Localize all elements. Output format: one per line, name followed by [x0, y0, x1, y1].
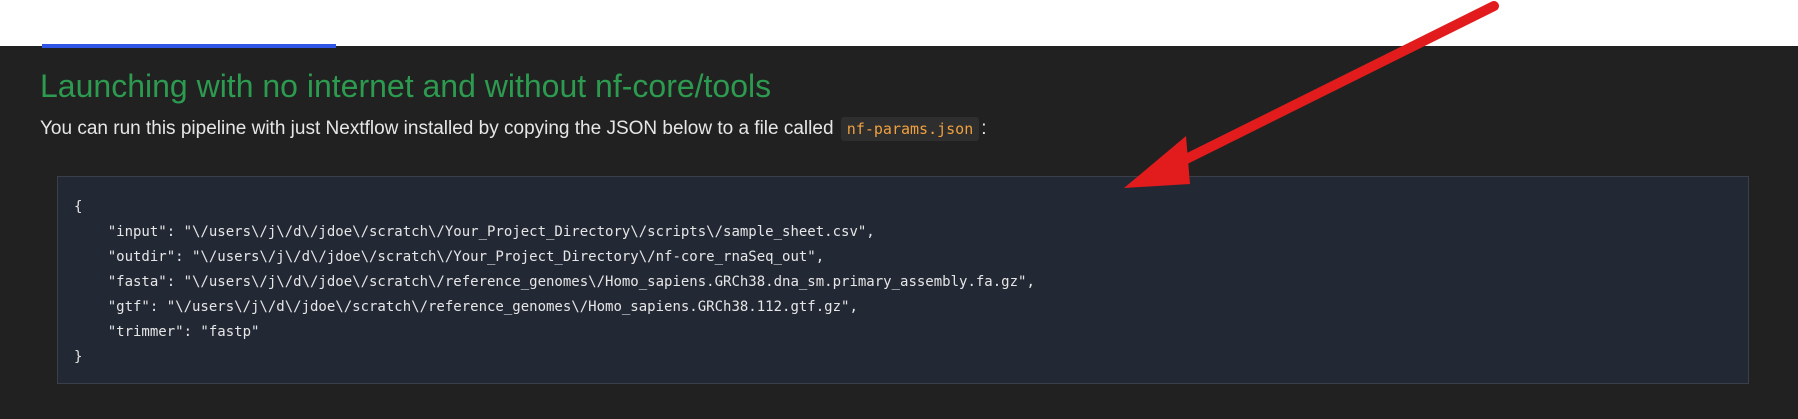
filename-code: nf-params.json: [840, 117, 980, 141]
code-line: {: [74, 199, 83, 215]
page: Launching with no internet and without n…: [0, 0, 1798, 419]
intro-colon: :: [981, 118, 987, 139]
code-line: "fasta": "\/users\/j\/d\/jdoe\/scratch\/…: [74, 274, 1035, 290]
code-line: "trimmer": "fastp": [74, 324, 260, 340]
tab-underline: [42, 44, 336, 48]
code-line: }: [74, 349, 83, 365]
code-content[interactable]: { "input": "\/users\/j\/d\/jdoe\/scratch…: [74, 195, 1732, 370]
section-heading: Launching with no internet and without n…: [40, 68, 772, 104]
top-white-strip: [0, 0, 1798, 46]
code-line: "input": "\/users\/j\/d\/jdoe\/scratch\/…: [74, 224, 875, 240]
code-line: "gtf": "\/users\/j\/d\/jdoe\/scratch\/re…: [74, 299, 858, 315]
intro-text: You can run this pipeline with just Next…: [40, 118, 839, 139]
code-line: "outdir": "\/users\/j\/d\/jdoe\/scratch\…: [74, 249, 825, 265]
json-code-block[interactable]: { "input": "\/users\/j\/d\/jdoe\/scratch…: [57, 176, 1749, 384]
intro-paragraph: You can run this pipeline with just Next…: [40, 114, 987, 144]
